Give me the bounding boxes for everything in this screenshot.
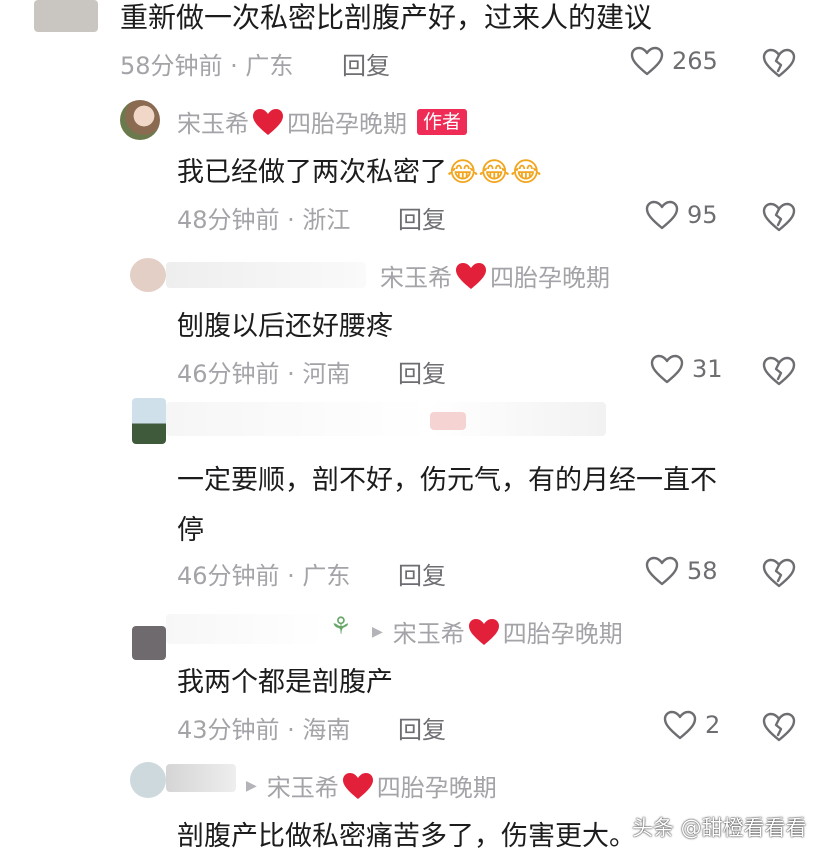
comment-time-location: 46分钟前 · 河南 [177, 360, 351, 388]
username-blurred [166, 614, 326, 644]
heart-outline-icon [650, 354, 684, 384]
comment-text: 刨腹以后还好腰疼 [177, 311, 393, 342]
like-count: 2 [705, 711, 721, 739]
comment-text-line-2: 停 [177, 515, 204, 546]
comment-text: 重新做一次私密比剖腹产好，过来人的建议 [120, 1, 653, 34]
comment-time-location: 46分钟前 · 广东 [177, 562, 351, 590]
dislike-heart-icon[interactable] [762, 48, 796, 78]
comment-text: 我两个都是剖腹产 [177, 667, 393, 698]
avatar[interactable] [120, 100, 160, 140]
reply-to-author: 宋玉希 [266, 774, 339, 802]
reply-to-suffix: 四胎孕晚期 [376, 774, 497, 802]
comment-author[interactable]: 宋玉希 四胎孕晚期 作者 [177, 104, 468, 139]
like-count: 265 [672, 47, 718, 75]
like-button[interactable]: 31 [650, 354, 723, 384]
dislike-heart-icon[interactable] [762, 202, 796, 232]
like-count: 31 [692, 355, 723, 383]
reply-arrow-icon: ▶ [372, 623, 383, 640]
reply-to-name[interactable]: 宋玉希 四胎孕晚期 [380, 258, 610, 293]
reply-to-author: 宋玉希 [380, 264, 452, 292]
heart-outline-icon [645, 556, 679, 586]
author-badge: 作者 [417, 108, 468, 135]
reply-button[interactable]: 回复 [398, 354, 446, 389]
red-heart-icon [454, 261, 488, 291]
avatar-blurred [130, 258, 166, 292]
dislike-heart-icon[interactable] [762, 356, 796, 386]
username-blurred [166, 402, 606, 436]
avatar-blurred [34, 0, 98, 32]
dislike-heart-icon[interactable] [762, 558, 796, 588]
reply-to-suffix: 四胎孕晚期 [502, 620, 623, 648]
dislike-heart-icon[interactable] [762, 712, 796, 742]
heart-outline-icon [630, 46, 664, 76]
avatar-blurred [132, 398, 166, 444]
reply-to-name[interactable]: ▶ 宋玉希 四胎孕晚期 [246, 768, 497, 803]
heart-outline-icon [645, 200, 679, 230]
like-button[interactable]: 2 [663, 710, 720, 740]
reply-to-name[interactable]: ▶ 宋玉希 四胎孕晚期 [372, 614, 623, 649]
watermark: 头条 @甜橙看看看 [632, 816, 807, 840]
reply-button[interactable]: 回复 [342, 46, 390, 81]
author-name-suffix: 四胎孕晚期 [287, 110, 407, 138]
comment-time-location: 43分钟前 · 海南 [177, 716, 351, 744]
like-button[interactable]: 265 [630, 46, 718, 76]
laughing-emoji: 😂😂😂 [447, 157, 542, 188]
heart-outline-icon [663, 710, 697, 740]
red-heart-icon [251, 107, 285, 137]
reply-arrow-icon: ▶ [246, 777, 257, 794]
comment-time-location: 48分钟前 · 浙江 [177, 206, 351, 234]
username-blurred [166, 262, 366, 288]
comment-text-line-1: 一定要顺，剖不好，伤元气，有的月经一直不 [177, 465, 717, 496]
comment-text: 我已经做了两次私密了😂😂😂 [177, 150, 542, 189]
username-blurred [166, 764, 236, 792]
comment-text-main: 我已经做了两次私密了 [177, 157, 447, 188]
reply-to-suffix: 四胎孕晚期 [490, 264, 610, 292]
like-button[interactable]: 95 [645, 200, 718, 230]
like-button[interactable]: 58 [645, 556, 718, 586]
avatar-blurred [130, 762, 166, 798]
comment-time-location: 58分钟前 · 广东 [120, 52, 294, 80]
reply-button[interactable]: 回复 [398, 200, 446, 235]
comment-text: 剖腹产比做私密痛苦多了，伤害更大。 [177, 821, 636, 852]
red-heart-icon [341, 771, 375, 801]
author-name: 宋玉希 [177, 110, 249, 138]
like-count: 95 [687, 201, 718, 229]
username-blurred [430, 412, 466, 430]
red-heart-icon [467, 617, 501, 647]
like-count: 58 [687, 557, 718, 585]
username-decoration-icon: ⚘ [330, 612, 352, 640]
reply-to-author: 宋玉希 [392, 620, 465, 648]
avatar-blurred [132, 626, 166, 660]
reply-button[interactable]: 回复 [398, 710, 446, 745]
reply-button[interactable]: 回复 [398, 556, 446, 591]
